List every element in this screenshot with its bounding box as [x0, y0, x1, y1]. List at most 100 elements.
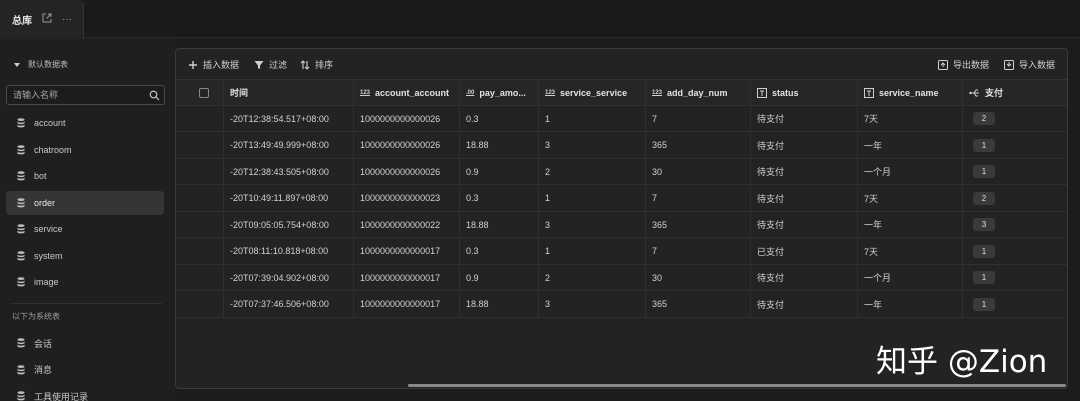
select-all-checkbox[interactable] — [199, 87, 209, 98]
table-cell[interactable]: 1000000000000023 — [354, 185, 460, 211]
table-cell[interactable]: 1000000000000026 — [354, 132, 460, 158]
table-cell[interactable]: 0.3 — [460, 185, 539, 211]
table-cell[interactable]: 30 — [646, 159, 751, 184]
table-cell[interactable]: 30 — [646, 265, 751, 290]
payment-badge[interactable]: 1 — [973, 271, 995, 284]
sidebar-item-bot[interactable]: bot — [6, 164, 164, 188]
table-cell[interactable]: 7 — [646, 185, 751, 211]
table-row[interactable]: -20T10:49:11.897+08:00 1000000000000023 0.… — [176, 185, 1067, 212]
sidebar-item-image[interactable]: image — [6, 270, 164, 294]
table-row[interactable]: -20T09:05:05.754+08:00 1000000000000022 18… — [176, 212, 1067, 238]
table-cell[interactable]: 1000000000000017 — [354, 265, 460, 290]
table-cell[interactable]: 1 — [963, 292, 1067, 317]
table-cell[interactable]: 1 — [963, 133, 1067, 158]
sidebar-item-chatroom[interactable]: chatroom — [6, 138, 164, 162]
column-header[interactable]: 支付 — [963, 80, 1067, 105]
search-icon[interactable] — [149, 90, 160, 101]
sidebar-system-item[interactable]: 工具使用记录 — [6, 384, 164, 401]
table-cell[interactable]: 一年 — [858, 291, 963, 317]
table-cell[interactable]: 一个月 — [858, 159, 963, 184]
table-cell[interactable]: 1000000000000026 — [354, 159, 460, 184]
column-header[interactable]: .00 pay_amo... — [460, 80, 539, 105]
table-cell[interactable]: 1000000000000022 — [354, 212, 460, 237]
payment-badge[interactable]: 1 — [973, 165, 995, 178]
table-cell[interactable]: 7天 — [858, 185, 963, 211]
table-cell[interactable]: 1 — [963, 239, 1067, 264]
search-input[interactable] — [13, 90, 143, 100]
table-cell[interactable]: 2 — [539, 159, 646, 184]
sort-button[interactable]: 排序 — [300, 58, 333, 71]
import-data-button[interactable]: 导入数据 — [1004, 58, 1055, 71]
table-cell[interactable]: 1000000000000017 — [354, 291, 460, 317]
table-cell[interactable]: 18.88 — [460, 291, 539, 317]
payment-badge[interactable]: 2 — [973, 112, 995, 125]
sidebar-item-account[interactable]: account — [6, 111, 164, 135]
table-cell[interactable]: 1 — [539, 106, 646, 131]
table-cell[interactable]: 1 — [539, 238, 646, 264]
table-cell[interactable]: 7天 — [858, 106, 963, 131]
sidebar-item-system[interactable]: system — [6, 244, 164, 268]
column-header[interactable]: 时间 — [224, 80, 354, 105]
column-header[interactable]: 123 service_service — [539, 80, 646, 105]
table-cell[interactable]: 一年 — [858, 212, 963, 237]
table-cell[interactable]: 1 — [539, 185, 646, 211]
table-cell[interactable]: 3 — [539, 212, 646, 237]
column-header[interactable]: status — [751, 80, 858, 105]
table-cell[interactable]: 2 — [539, 265, 646, 290]
table-cell[interactable]: 3 — [539, 132, 646, 158]
payment-badge[interactable]: 2 — [973, 191, 995, 205]
column-header[interactable]: 123 add_day_num — [646, 80, 751, 105]
table-cell[interactable]: 365 — [646, 212, 751, 237]
table-row[interactable]: -20T07:39:04.902+08:00 1000000000000017 0.… — [176, 265, 1067, 291]
table-cell[interactable]: 365 — [646, 132, 751, 158]
default-tables-header[interactable]: 默认数据表 — [14, 59, 68, 70]
table-cell[interactable]: 2 — [963, 186, 1067, 211]
table-cell[interactable]: 3 — [539, 291, 646, 317]
table-cell[interactable]: 待支付 — [751, 291, 858, 317]
table-cell[interactable]: 2 — [963, 106, 1067, 131]
column-header[interactable]: 123 account_account — [354, 80, 460, 105]
table-cell[interactable]: 1000000000000026 — [354, 106, 460, 131]
table-cell[interactable]: 1000000000000017 — [354, 238, 460, 264]
table-row[interactable]: -20T07:37:46.506+08:00 1000000000000017 18… — [176, 291, 1067, 318]
table-cell[interactable]: -20T12:38:43.505+08:00 — [224, 159, 354, 184]
table-cell[interactable]: 待支付 — [751, 106, 858, 131]
table-cell[interactable]: -20T12:38:54.517+08:00 — [224, 106, 354, 131]
table-row[interactable]: -20T12:38:54.517+08:00 1000000000000026 0.… — [176, 106, 1067, 132]
export-data-button[interactable]: 导出数据 — [938, 58, 989, 71]
table-cell[interactable]: 18.88 — [460, 212, 539, 237]
table-cell[interactable]: 7 — [646, 238, 751, 264]
table-row[interactable]: -20T08:11:10.818+08:00 1000000000000017 0.… — [176, 238, 1067, 265]
sidebar-system-item[interactable]: 会话 — [6, 331, 164, 355]
table-cell[interactable]: 0.9 — [460, 159, 539, 184]
table-cell[interactable]: 1 — [963, 159, 1067, 184]
table-cell[interactable]: 1 — [963, 265, 1067, 290]
external-link-icon[interactable] — [42, 13, 52, 26]
payment-badge[interactable]: 1 — [973, 138, 995, 152]
table-cell[interactable]: 待支付 — [751, 159, 858, 184]
table-cell[interactable]: 待支付 — [751, 132, 858, 158]
table-cell[interactable]: 365 — [646, 291, 751, 317]
table-cell[interactable]: 7天 — [858, 238, 963, 264]
tab-main-library[interactable]: 总库 ··· — [0, 0, 84, 39]
table-cell[interactable]: 7 — [646, 106, 751, 131]
sidebar-item-order[interactable]: order — [6, 190, 164, 215]
table-cell[interactable]: 一年 — [858, 132, 963, 158]
sidebar-item-service[interactable]: service — [6, 217, 164, 241]
table-cell[interactable]: -20T09:05:05.754+08:00 — [224, 212, 354, 237]
table-cell[interactable]: -20T10:49:11.897+08:00 — [224, 185, 354, 211]
column-header[interactable]: service_name — [858, 80, 963, 105]
table-cell[interactable]: 待支付 — [751, 185, 858, 211]
table-cell[interactable]: 待支付 — [751, 212, 858, 237]
filter-button[interactable]: 过滤 — [254, 58, 287, 71]
table-cell[interactable]: 0.9 — [460, 265, 539, 290]
table-cell[interactable]: 0.3 — [460, 238, 539, 264]
table-cell[interactable]: 一个月 — [858, 265, 963, 290]
payment-badge[interactable]: 3 — [973, 218, 995, 231]
table-cell[interactable]: 已支付 — [751, 238, 858, 264]
table-row[interactable]: -20T12:38:43.505+08:00 1000000000000026 0.… — [176, 159, 1067, 185]
search-box[interactable] — [6, 85, 165, 105]
table-cell[interactable]: 0.3 — [460, 106, 539, 131]
table-cell[interactable]: 待支付 — [751, 265, 858, 290]
table-cell[interactable]: -20T07:39:04.902+08:00 — [224, 265, 354, 290]
